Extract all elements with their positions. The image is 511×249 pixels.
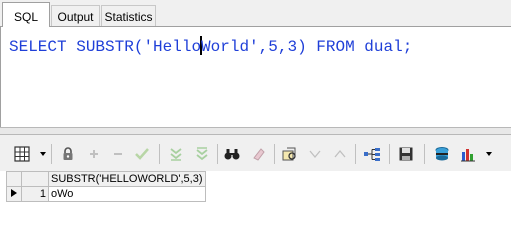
column-header[interactable]: SUBSTR('HELLOWORLD',5,3) <box>48 171 206 187</box>
result-toolbar <box>0 135 511 171</box>
open-paren: ( <box>133 38 144 56</box>
grid-menu-dropdown-icon[interactable] <box>40 152 46 156</box>
lock-icon[interactable] <box>58 144 78 164</box>
keyword-from: FROM <box>316 38 355 56</box>
tab-statistics[interactable]: Statistics <box>101 5 156 26</box>
toolbar-separator <box>51 144 52 164</box>
pane-splitter[interactable] <box>0 127 511 135</box>
tab-strip: SQL Output Statistics <box>0 0 511 27</box>
table-name: dual; <box>364 38 413 56</box>
clear-icon[interactable] <box>248 144 268 164</box>
chart-dropdown-icon[interactable] <box>486 152 492 156</box>
string-literal-part2: World' <box>201 38 259 56</box>
sql-code-line[interactable]: SELECT SUBSTR('HelloWorld',5,3) FROM dua… <box>9 36 412 56</box>
header-row: SUBSTR('HELLOWORLD',5,3) <box>6 171 206 187</box>
keyword-select: SELECT <box>9 38 67 56</box>
result-grid[interactable]: SUBSTR('HELLOWORLD',5,3) 1 oWo <box>0 171 511 249</box>
post-changes-icon[interactable] <box>132 144 152 164</box>
first-record-icon[interactable] <box>166 144 186 164</box>
toolbar-separator <box>159 144 160 164</box>
save-icon[interactable] <box>396 144 416 164</box>
toolbar-separator <box>424 144 425 164</box>
function-substr: SUBSTR <box>76 38 134 56</box>
delete-record-icon[interactable] <box>108 144 128 164</box>
next-icon[interactable] <box>330 144 350 164</box>
cell-value[interactable]: oWo <box>48 186 206 202</box>
toolbar-separator <box>274 144 275 164</box>
chart-icon[interactable] <box>459 144 479 164</box>
table-row[interactable]: 1 oWo <box>6 186 206 202</box>
toolbar-separator <box>217 144 218 164</box>
find-icon[interactable] <box>222 144 242 164</box>
query-by-example-icon[interactable] <box>280 144 300 164</box>
rownum-header <box>21 171 49 187</box>
grid-menu-icon[interactable] <box>12 144 32 164</box>
sql-editor[interactable]: SELECT SUBSTR('HelloWorld',5,3) FROM dua… <box>0 27 511 127</box>
toolbar-separator <box>389 144 390 164</box>
current-row-indicator-icon[interactable] <box>6 186 22 202</box>
tree-view-icon[interactable] <box>362 144 382 164</box>
string-literal-part1: 'Hello <box>143 38 202 56</box>
row-number[interactable]: 1 <box>21 186 49 202</box>
previous-icon[interactable] <box>305 144 325 164</box>
result-table: SUBSTR('HELLOWORLD',5,3) 1 oWo <box>6 171 206 202</box>
toolbar-separator <box>355 144 356 164</box>
tab-output[interactable]: Output <box>51 5 100 26</box>
grid-corner[interactable] <box>6 171 22 187</box>
export-icon[interactable] <box>432 144 452 164</box>
tab-sql[interactable]: SQL <box>2 2 50 27</box>
function-args: ,5,3) <box>258 38 307 56</box>
last-record-icon[interactable] <box>192 144 212 164</box>
add-record-icon[interactable] <box>84 144 104 164</box>
